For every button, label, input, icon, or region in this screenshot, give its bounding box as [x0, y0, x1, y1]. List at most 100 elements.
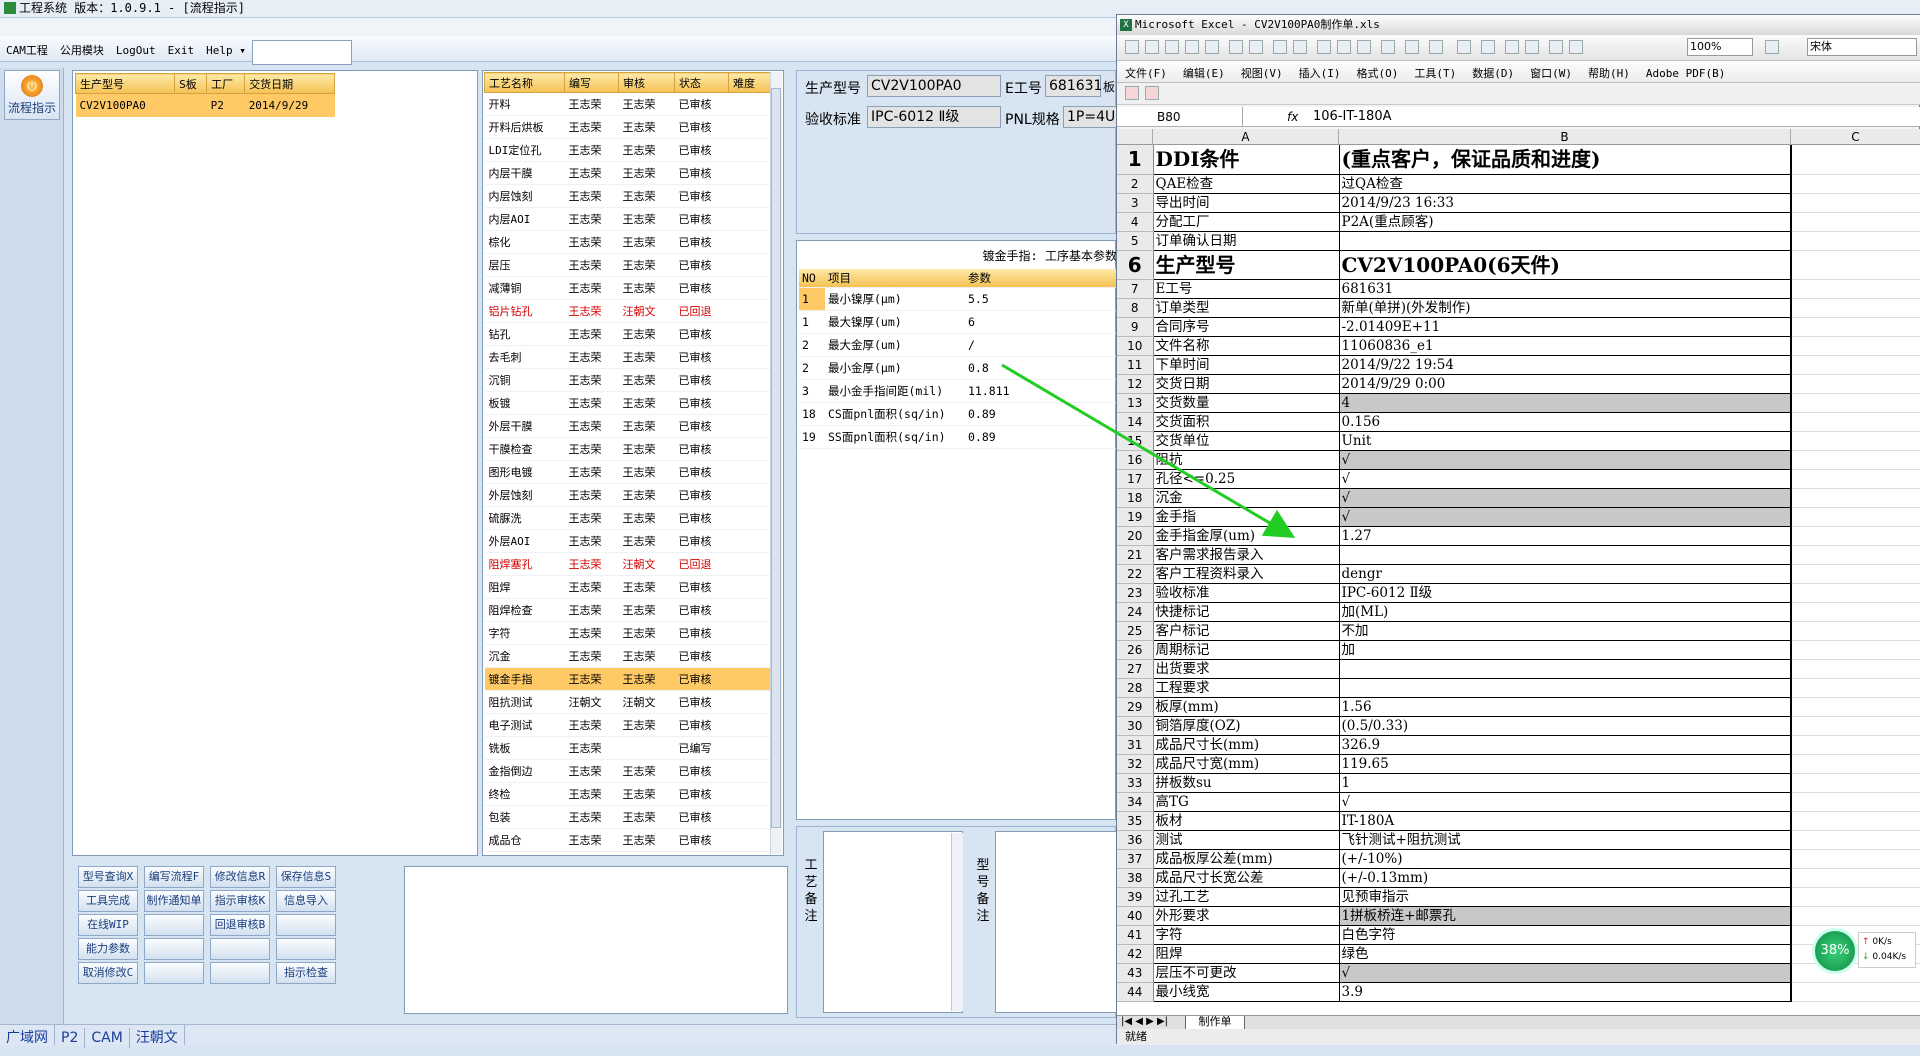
- process-row[interactable]: 电子测试 王志荣 王志荣 已审核: [484, 713, 773, 737]
- cell-a[interactable]: 订单类型: [1153, 298, 1340, 318]
- cell-b[interactable]: (重点客户，保证品质和进度): [1339, 145, 1792, 175]
- print-icon[interactable]: [1229, 40, 1243, 54]
- column-header-c[interactable]: C: [1791, 129, 1920, 145]
- process-row[interactable]: 铝片钻孔 王志荣 汪朝文 已回退: [484, 299, 773, 323]
- drawing-icon[interactable]: [1569, 40, 1583, 54]
- excel-menu-item-2[interactable]: 视图(V): [1233, 61, 1291, 81]
- formula-input[interactable]: 106-IT-180A: [1313, 107, 1391, 127]
- action-button[interactable]: 信息导入: [276, 890, 336, 912]
- copy-icon[interactable]: [1337, 40, 1351, 54]
- e-field[interactable]: 681631: [1045, 75, 1102, 97]
- status-tab-2[interactable]: CAM: [85, 1028, 130, 1048]
- cell-a[interactable]: 合同序号: [1153, 317, 1340, 337]
- row-number[interactable]: 26: [1117, 640, 1154, 660]
- email-icon[interactable]: [1205, 40, 1219, 54]
- row-number[interactable]: 23: [1117, 583, 1154, 603]
- cell-a[interactable]: 板厚(mm): [1153, 697, 1340, 717]
- process-row[interactable]: 成品仓 王志荣 王志荣 已审核: [484, 828, 773, 852]
- cell-c[interactable]: [1791, 716, 1920, 736]
- notes-area[interactable]: [404, 866, 788, 1014]
- cell-c[interactable]: [1791, 887, 1920, 907]
- process-scroll-thumb[interactable]: [771, 88, 781, 828]
- process-row[interactable]: 阻焊塞孔 王志荣 汪朝文 已回退: [484, 552, 773, 576]
- cell-a[interactable]: 出货要求: [1153, 659, 1340, 679]
- param-row[interactable]: 19 SS面pnl面积(sq/in) 0.89: [799, 425, 1117, 449]
- cell-c[interactable]: [1791, 250, 1920, 280]
- process-row[interactable]: 图形电镀 王志荣 王志荣 已审核: [484, 460, 773, 484]
- process-row[interactable]: 字符 王志荣 王志荣 已审核: [484, 621, 773, 645]
- param-column-header[interactable]: NO: [799, 269, 825, 288]
- cell-a[interactable]: 阻抗: [1153, 450, 1340, 470]
- excel-menu-item-8[interactable]: 帮助(H): [1580, 61, 1638, 81]
- process-row[interactable]: 减薄铜 王志荣 王志荣 已审核: [484, 276, 773, 300]
- row-number[interactable]: 14: [1117, 412, 1154, 432]
- row-number[interactable]: 11: [1117, 355, 1154, 375]
- row-number[interactable]: 44: [1117, 982, 1154, 1002]
- action-button[interactable]: 编写流程F: [144, 866, 204, 888]
- menu-item-0[interactable]: CAM工程: [0, 36, 54, 61]
- process-row[interactable]: 阻焊 王志荣 王志荣 已审核: [484, 575, 773, 599]
- cell-c[interactable]: [1791, 431, 1920, 451]
- worksheet[interactable]: 1 DDI条件 (重点客户，保证品质和进度) 2 QAE检查 过QA检查 3 导出时间 2014…: [1117, 145, 1920, 1015]
- cell-a[interactable]: 交货单位: [1153, 431, 1340, 451]
- cell-a[interactable]: 外形要求: [1153, 906, 1340, 926]
- cell-a[interactable]: 文件名称: [1153, 336, 1340, 356]
- action-button[interactable]: [276, 938, 336, 960]
- process-row[interactable]: 铣板 王志荣 已编写: [484, 736, 773, 760]
- print-preview-icon[interactable]: [1249, 40, 1263, 54]
- cell-a[interactable]: QAE检查: [1153, 174, 1340, 194]
- cell-b[interactable]: 0.156: [1339, 412, 1792, 432]
- row-number[interactable]: 27: [1117, 659, 1154, 679]
- cell-c[interactable]: [1791, 773, 1920, 793]
- action-button[interactable]: 型号查询X: [78, 866, 138, 888]
- menu-combo[interactable]: [251, 40, 352, 65]
- cell-c[interactable]: [1791, 982, 1920, 1002]
- process-row[interactable]: 去毛刺 王志荣 王志荣 已审核: [484, 345, 773, 369]
- cell-b[interactable]: (+/-0.13mm): [1339, 868, 1792, 888]
- action-button[interactable]: 取消修改C: [78, 962, 138, 984]
- model-field[interactable]: CV2V100PA0: [867, 75, 1001, 97]
- param-row[interactable]: 3 最小金手指间距(mil) 11.811: [799, 379, 1117, 403]
- pdf-email-icon[interactable]: [1145, 86, 1159, 100]
- paste-icon[interactable]: [1357, 40, 1371, 54]
- font-select[interactable]: 宋体: [1807, 38, 1917, 56]
- excel-menu-item-3[interactable]: 插入(I): [1291, 61, 1349, 81]
- row-number[interactable]: 7: [1117, 279, 1154, 299]
- cell-a[interactable]: E工号: [1153, 279, 1340, 299]
- process-row[interactable]: 开料 王志荣 王志荣 已审核: [484, 92, 773, 116]
- cell-c[interactable]: [1791, 659, 1920, 679]
- cell-c[interactable]: [1791, 754, 1920, 774]
- select-all-corner[interactable]: [1117, 129, 1153, 145]
- excel-menu-item-0[interactable]: 文件(F): [1117, 61, 1175, 81]
- cell-b[interactable]: 1: [1339, 773, 1792, 793]
- cell-a[interactable]: 交货日期: [1153, 374, 1340, 394]
- cell-b[interactable]: 加: [1339, 640, 1792, 660]
- row-number[interactable]: 31: [1117, 735, 1154, 755]
- row-number[interactable]: 3: [1117, 193, 1154, 213]
- model-remark-field[interactable]: [995, 831, 1117, 1013]
- param-row[interactable]: 2 最小金厚(μm) 0.8: [799, 356, 1117, 380]
- cell-b[interactable]: (+/-10%): [1339, 849, 1792, 869]
- cell-a[interactable]: 导出时间: [1153, 193, 1340, 213]
- cell-b[interactable]: 119.65: [1339, 754, 1792, 774]
- cell-b[interactable]: Unit: [1339, 431, 1792, 451]
- cell-a[interactable]: 层压不可更改: [1153, 963, 1340, 983]
- process-row[interactable]: 外层蚀刻 王志荣 王志荣 已审核: [484, 483, 773, 507]
- spelling-icon[interactable]: [1273, 40, 1287, 54]
- row-number[interactable]: 43: [1117, 963, 1154, 983]
- cell-c[interactable]: [1791, 298, 1920, 318]
- status-tab-3[interactable]: 汪朝文: [130, 1025, 185, 1046]
- row-number[interactable]: 12: [1117, 374, 1154, 394]
- cell-a[interactable]: 交货面积: [1153, 412, 1340, 432]
- column-header-a[interactable]: A: [1153, 129, 1339, 145]
- row-number[interactable]: 8: [1117, 298, 1154, 318]
- excel-menu-item-4[interactable]: 格式(O): [1349, 61, 1407, 81]
- order-column-header[interactable]: S板: [174, 73, 208, 94]
- process-column-header[interactable]: 状态: [674, 72, 729, 93]
- row-number[interactable]: 16: [1117, 450, 1154, 470]
- cell-b[interactable]: P2A(重点顾客): [1339, 212, 1792, 232]
- process-row[interactable]: 包装 王志荣 王志荣 已审核: [484, 805, 773, 829]
- process-row[interactable]: 开料后烘板 王志荣 王志荣 已审核: [484, 115, 773, 139]
- cell-c[interactable]: [1791, 355, 1920, 375]
- cell-a[interactable]: 生产型号: [1153, 250, 1340, 280]
